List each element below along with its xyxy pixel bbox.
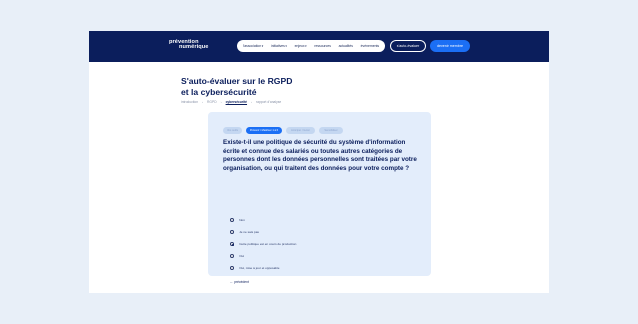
top-navbar: prévention numérique l'association▾ init…: [89, 31, 549, 62]
radio-button[interactable]: [230, 266, 235, 271]
chevron-down-icon: ▾: [285, 44, 287, 48]
nav-item-label: ressources: [314, 44, 331, 48]
step-rapport[interactable]: rapport d'analyse: [256, 100, 281, 104]
step-cybersecurite[interactable]: cybersécurité: [226, 100, 247, 104]
nav-item-association[interactable]: l'association▾: [243, 44, 263, 48]
tab-vos-outils[interactable]: Vos outils: [223, 127, 242, 134]
option-label: Je ne sais pas: [239, 230, 259, 235]
chevron-right-icon: ›: [251, 100, 253, 104]
tab-anticiper-gerer[interactable]: Anticiper / Gérer: [286, 127, 315, 134]
nav-item-label: actualités: [338, 44, 353, 48]
chevron-right-icon: ›: [202, 100, 204, 104]
option-en-cours[interactable]: Cette politique est en cours de producti…: [230, 242, 297, 247]
option-label: Oui: [239, 254, 245, 259]
chevron-down-icon: ▾: [305, 44, 307, 48]
question-text: Existe-t-il une politique de sécurité du…: [223, 139, 417, 172]
nav-item-label: événements: [360, 44, 380, 48]
step-rgpd[interactable]: RGPD: [207, 100, 217, 104]
nav-item-enjeux[interactable]: enjeux▾: [295, 44, 307, 48]
chevron-right-icon: ›: [220, 100, 222, 104]
option-je-ne-sais-pas[interactable]: Je ne sais pas: [230, 230, 259, 235]
self-evaluate-button[interactable]: s'auto-évaluer: [390, 40, 426, 52]
nav-item-evenements[interactable]: événements: [361, 44, 379, 48]
logo-line-2: numérique: [179, 44, 209, 51]
main-nav: l'association▾ initiatives▾ enjeux▾ ress…: [237, 40, 385, 52]
chevron-down-icon: ▾: [261, 44, 264, 48]
radio-button[interactable]: [230, 218, 235, 223]
previous-link[interactable]: ← précédent: [230, 280, 249, 284]
nav-item-ressources[interactable]: ressources: [314, 44, 331, 48]
category-tabs: Vos outils Prévenir / Maitriser 1 à 6 An…: [223, 127, 343, 134]
page-title: S'auto-évaluer sur le RGPD et la cybersé…: [181, 76, 381, 97]
nav-item-initiatives[interactable]: initiatives▾: [271, 44, 287, 48]
question-card: Vos outils Prévenir / Maitriser 1 à 6 An…: [208, 112, 431, 284]
option-non[interactable]: Non: [230, 218, 245, 223]
tab-prevenir-maitriser[interactable]: Prévenir / Maitriser 1 à 6: [246, 127, 282, 134]
option-oui[interactable]: Oui: [230, 254, 245, 259]
option-label: Oui, mise à jour et opposable: [239, 266, 280, 271]
nav-item-label: initiatives: [270, 44, 285, 48]
tab-sensibiliser[interactable]: Sensibiliser: [319, 127, 343, 134]
radio-button[interactable]: [230, 230, 235, 235]
nav-item-actualites[interactable]: actualités: [339, 44, 353, 48]
nav-item-label: enjeux: [294, 44, 305, 48]
radio-button[interactable]: [230, 254, 235, 259]
step-introduction[interactable]: introduction: [181, 100, 198, 104]
option-oui-mise-a-jour[interactable]: Oui, mise à jour et opposable: [230, 266, 280, 271]
breadcrumb-steps: introduction › RGPD › cybersécurité › ra…: [181, 100, 281, 104]
option-label: Cette politique est en cours de producti…: [239, 242, 297, 247]
browser-page: prévention numérique l'association▾ init…: [89, 31, 549, 293]
page-title-line-2: et la cybersécurité: [181, 86, 257, 97]
become-member-button[interactable]: devenir membre: [430, 40, 470, 52]
nav-item-label: l'association: [242, 44, 262, 48]
logo[interactable]: prévention numérique: [169, 39, 209, 51]
page-title-line-1: S'auto-évaluer sur le RGPD: [181, 76, 293, 86]
radio-button-checked[interactable]: [230, 242, 235, 247]
option-label: Non: [239, 218, 245, 223]
